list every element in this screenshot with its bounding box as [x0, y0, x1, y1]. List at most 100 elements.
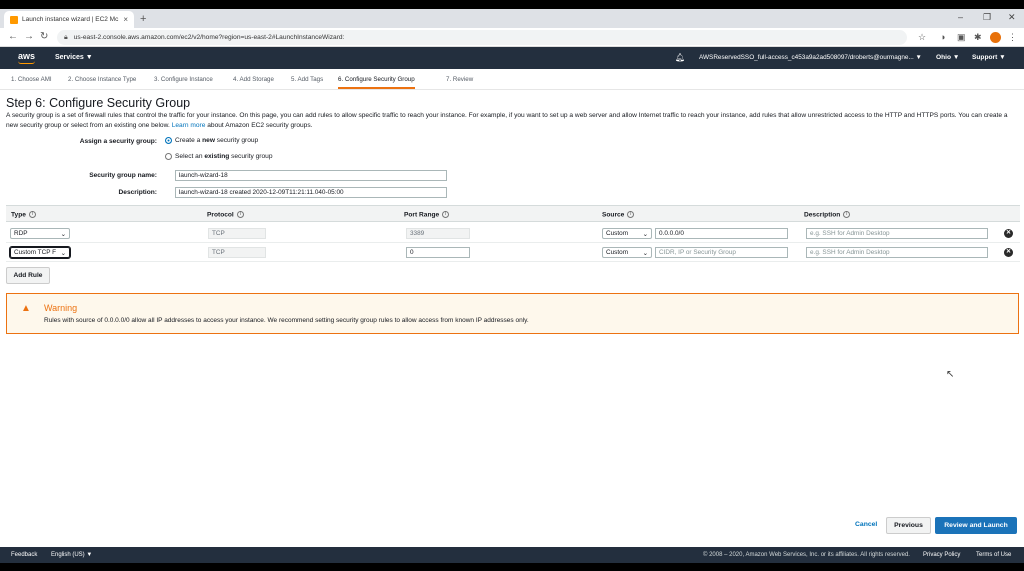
radio-select-existing[interactable]: Select an existing security group [165, 153, 273, 160]
cancel-link[interactable]: Cancel [855, 521, 877, 528]
remove-rule-icon[interactable]: ✕ [1004, 229, 1013, 238]
step-choose-ami[interactable]: 1. Choose AMI [11, 76, 52, 83]
aws-logo[interactable]: aws [18, 51, 35, 61]
letterbox-top [0, 0, 1024, 9]
services-menu[interactable]: Services ▼ [55, 54, 93, 61]
bookmark-star-icon[interactable]: ☆ [918, 32, 926, 43]
wizard-steps: 1. Choose AMI 2. Choose Instance Type 3.… [0, 69, 1024, 90]
profile-avatar[interactable] [990, 32, 1001, 43]
protocol-value: TCP [208, 247, 266, 258]
radio-unselected[interactable] [165, 153, 172, 160]
port-range-input[interactable]: 0 [406, 247, 470, 258]
header-port-range: Port Range i [404, 211, 450, 218]
new-tab-icon[interactable]: + [140, 13, 146, 25]
port-range-value: 3389 [406, 228, 470, 239]
close-icon[interactable]: × [123, 15, 128, 24]
chevron-down-icon: ⌄ [60, 230, 66, 238]
bell-icon[interactable]: 🔔︎ [675, 53, 685, 62]
header-description: Description i [804, 211, 851, 218]
window-close-icon[interactable]: ✕ [1008, 12, 1016, 23]
privacy-policy-link[interactable]: Privacy Policy [923, 552, 960, 558]
screen: Launch instance wizard | EC2 Mc × + – ❐ … [0, 0, 1024, 571]
radio-selected[interactable] [165, 137, 172, 144]
copyright-text: © 2008 – 2020, Amazon Web Services, Inc.… [703, 552, 910, 558]
warning-text: Rules with source of 0.0.0.0/0 allow all… [44, 317, 529, 324]
review-and-launch-button[interactable]: Review and Launch [935, 517, 1017, 534]
radio-create-new-label: Create a new security group [175, 137, 259, 144]
info-icon[interactable]: i [627, 211, 635, 218]
aws-nav-bar: aws Services ▼ 🔔︎ AWSReservedSSO_full-ac… [0, 47, 1024, 69]
header-protocol: Protocol i [207, 211, 244, 218]
source-select[interactable]: Custom ⌄ [602, 247, 652, 258]
header-source: Source i [602, 211, 635, 218]
warning-triangle-icon: ▲ [21, 303, 31, 314]
radio-select-existing-label: Select an existing security group [175, 153, 273, 160]
info-icon[interactable]: i [236, 211, 244, 218]
rule-description-input[interactable]: e.g. SSH for Admin Desktop [806, 228, 988, 239]
support-menu[interactable]: Support ▼ [972, 54, 1006, 61]
chevron-down-icon: ⌄ [642, 230, 648, 238]
chevron-down-icon: ⌄ [642, 249, 648, 257]
feedback-link[interactable]: Feedback [11, 552, 37, 558]
forward-arrow-icon[interactable]: → [24, 31, 34, 42]
rules-table-header: Type i Protocol i Port Range i Source i Desc… [6, 205, 1020, 222]
extension-icon[interactable]: ▣ [957, 32, 966, 43]
source-select[interactable]: Custom ⌄ [602, 228, 652, 239]
menu-dots-icon[interactable]: ⋮ [1008, 32, 1017, 43]
source-cidr-input[interactable]: 0.0.0.0/0 [655, 228, 788, 239]
description-input[interactable]: launch-wizard-18 created 2020-12-09T11:2… [175, 187, 447, 198]
aws-logo-smile-icon [18, 61, 35, 64]
intro-body: A security group is a set of firewall ru… [6, 112, 1008, 129]
step-review[interactable]: 7. Review [446, 76, 473, 83]
intro-tail: about Amazon EC2 security groups. [207, 122, 313, 129]
radio-create-new[interactable]: Create a new security group [165, 137, 258, 144]
minimize-icon[interactable]: – [958, 12, 963, 22]
step-choose-instance-type[interactable]: 2. Choose Instance Type [68, 76, 136, 83]
header-type: Type i [11, 211, 36, 218]
info-icon[interactable]: i [28, 211, 36, 218]
aws-footer: Feedback English (US) ▼ © 2008 – 2020, A… [0, 547, 1024, 563]
extension-icon[interactable]: ◑ [940, 32, 945, 42]
security-group-name-label: Security group name: [89, 172, 157, 179]
intro-text: A security group is a set of firewall ru… [6, 111, 1016, 131]
step-add-storage[interactable]: 4. Add Storage [233, 76, 274, 83]
letterbox-bottom [0, 563, 1024, 571]
add-rule-button[interactable]: Add Rule [6, 267, 50, 284]
reload-icon[interactable]: ↻ [40, 31, 48, 42]
learn-more-link[interactable]: Learn more [172, 122, 206, 129]
maximize-icon[interactable]: ❐ [983, 12, 991, 23]
source-cidr-input[interactable]: CIDR, IP or Security Group [655, 247, 788, 258]
browser-tab[interactable]: Launch instance wizard | EC2 Mc × [4, 11, 134, 28]
assign-security-group-label: Assign a security group: [79, 138, 157, 145]
step-add-tags[interactable]: 5. Add Tags [291, 76, 323, 83]
protocol-value: TCP [208, 228, 266, 239]
aws-favicon-icon [10, 15, 18, 24]
terms-of-use-link[interactable]: Terms of Use [976, 552, 1011, 558]
region-menu[interactable]: Ohio ▼ [936, 54, 959, 61]
address-bar[interactable]: 🔒︎ us-east-2.console.aws.amazon.com/ec2/… [57, 30, 907, 45]
type-select[interactable]: Custom TCP F ⌄ [9, 246, 71, 259]
rule-description-input[interactable]: e.g. SSH for Admin Desktop [806, 247, 988, 258]
lock-icon: 🔒︎ [64, 33, 68, 41]
tab-title: Launch instance wizard | EC2 Mc [22, 16, 119, 23]
step-configure-instance[interactable]: 3. Configure Instance [154, 76, 213, 83]
table-row: RDP ⌄ TCP 3389 Custom ⌄ 0.0.0.0/0 e.g. SSH… [6, 224, 1020, 243]
url-text: us-east-2.console.aws.amazon.com/ec2/v2/… [73, 34, 345, 41]
puzzle-icon[interactable]: ✱ [974, 32, 982, 43]
table-row: Custom TCP F ⌄ TCP 0 Custom ⌄ CIDR, IP or … [6, 243, 1020, 262]
chevron-down-icon: ⌄ [60, 249, 66, 257]
type-select[interactable]: RDP ⌄ [10, 228, 70, 239]
step-configure-security-group[interactable]: 6. Configure Security Group [338, 76, 415, 89]
security-group-name-input[interactable]: launch-wizard-18 [175, 170, 447, 181]
browser-tab-strip: Launch instance wizard | EC2 Mc × + – ❐ … [0, 9, 1024, 28]
description-label: Description: [118, 189, 157, 196]
previous-button[interactable]: Previous [886, 517, 931, 534]
account-menu[interactable]: AWSReservedSSO_full-access_c453a9a2ad508… [699, 54, 922, 61]
mouse-cursor-icon: ↖ [946, 369, 955, 380]
remove-rule-icon[interactable]: ✕ [1004, 248, 1013, 257]
back-arrow-icon[interactable]: ← [8, 31, 18, 42]
info-icon[interactable]: i [843, 211, 851, 218]
language-select[interactable]: English (US) ▼ [51, 552, 92, 558]
info-icon[interactable]: i [442, 211, 450, 218]
warning-alert: ▲ Warning Rules with source of 0.0.0.0/0… [6, 293, 1019, 334]
